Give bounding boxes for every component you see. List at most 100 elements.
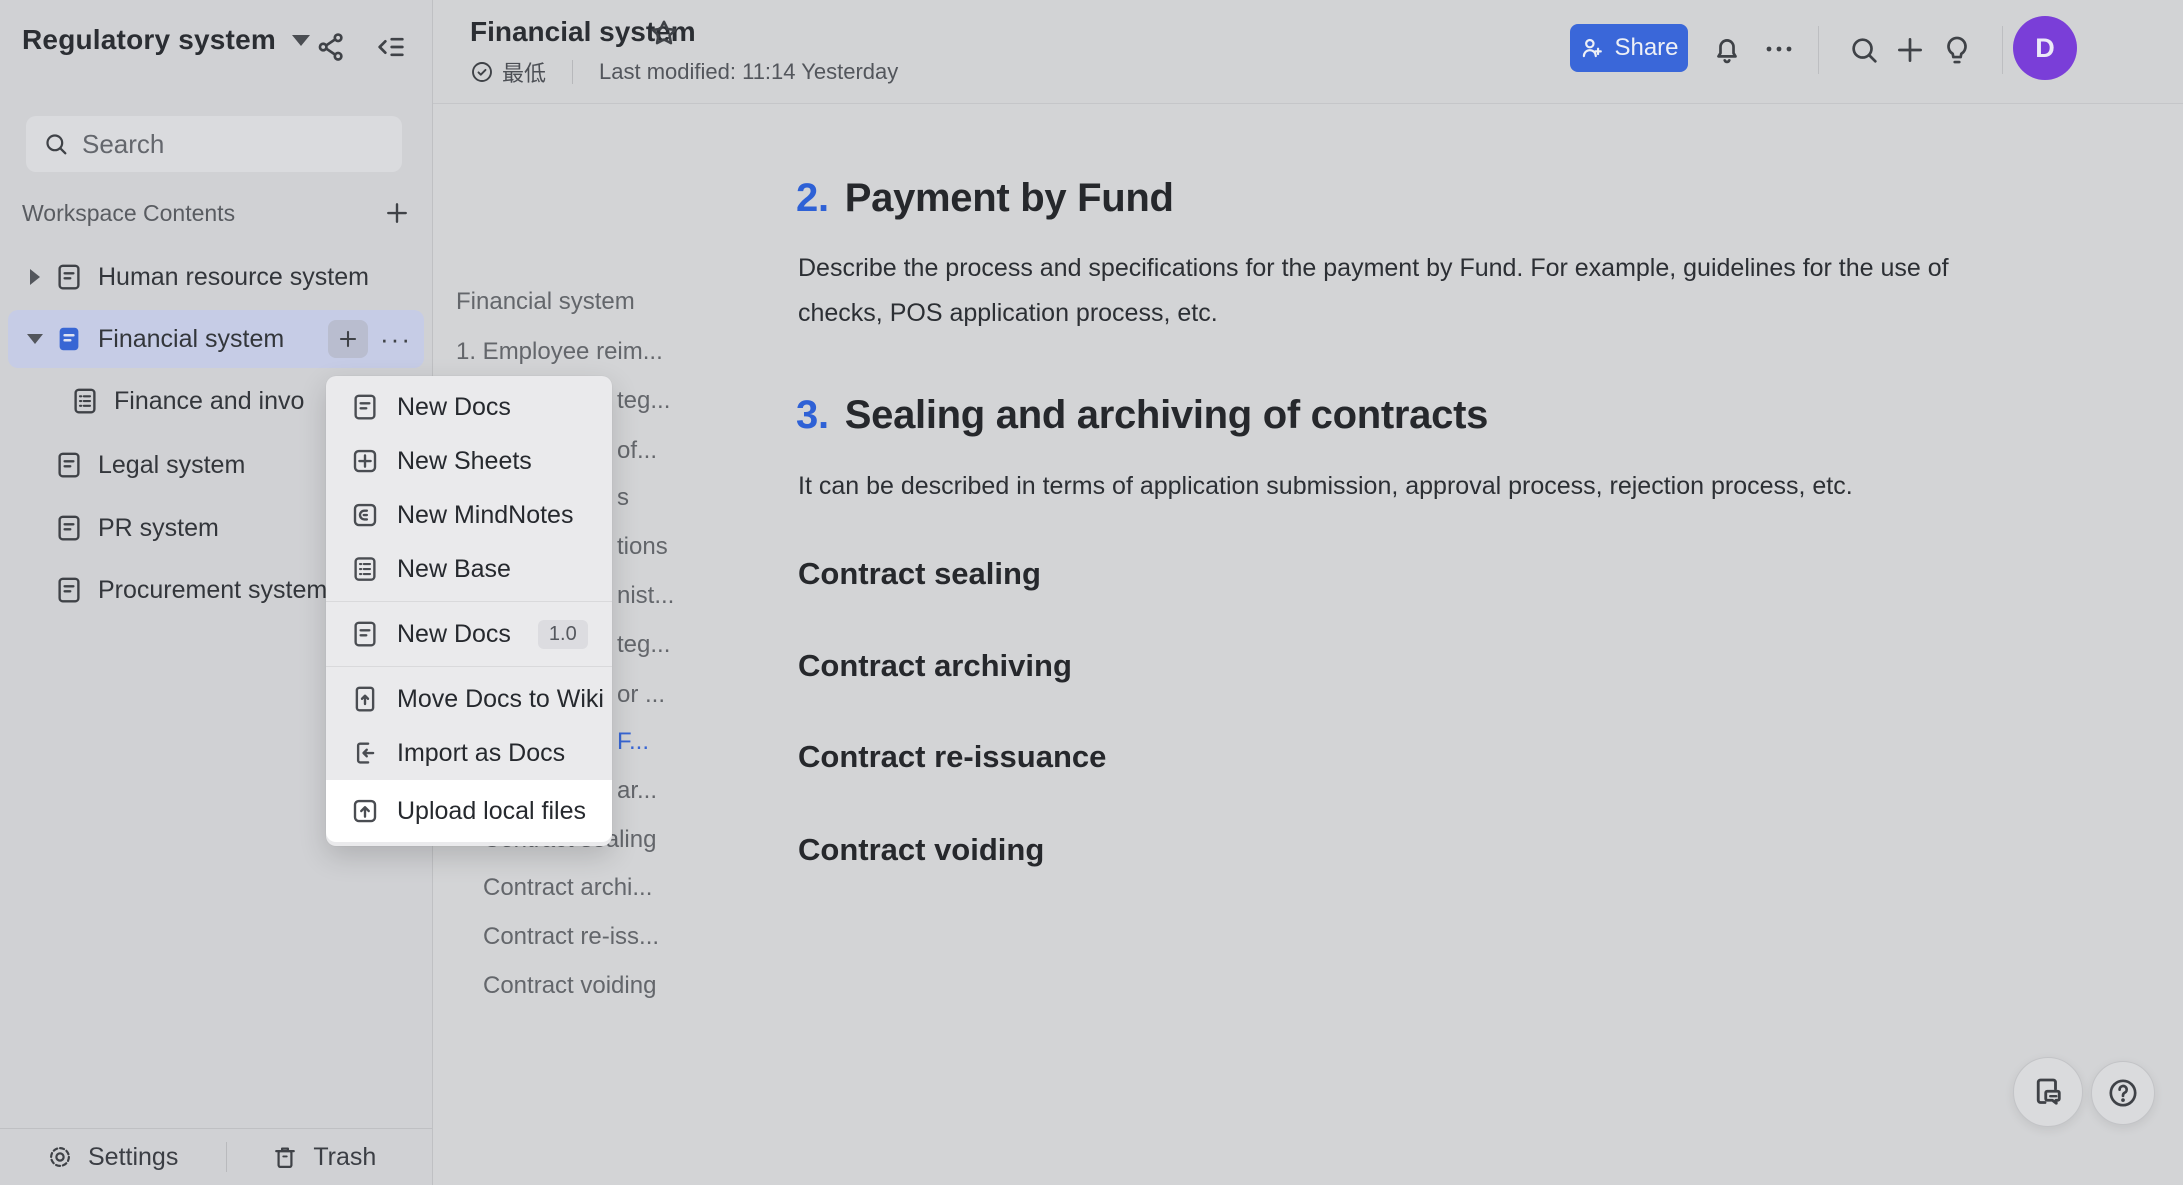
outline-item[interactable]: Contract archi... <box>483 873 652 903</box>
help-button[interactable] <box>2091 1061 2155 1125</box>
sidebar-item-label: Human resource system <box>98 263 369 292</box>
security-check-icon <box>470 60 494 84</box>
menu-separator <box>326 601 612 602</box>
chevron-right-icon[interactable] <box>22 269 48 285</box>
doc-icon <box>54 575 84 605</box>
sidebar-item-label: Finance and invo <box>114 387 304 416</box>
workspace-title: Regulatory system <box>22 24 276 56</box>
add-child-plus-button[interactable] <box>328 320 368 358</box>
star-icon[interactable] <box>648 17 680 49</box>
outline-item[interactable]: Financial system <box>456 287 635 317</box>
divider <box>1818 26 1819 74</box>
chevron-down-icon <box>292 35 310 46</box>
comments-feedback-button[interactable] <box>2013 1057 2083 1127</box>
sidebar-item-human-resource-system[interactable]: Human resource system <box>8 248 424 306</box>
base-grid-icon <box>70 386 100 416</box>
menu-item-move-docs-to-wiki[interactable]: Move Docs to Wiki <box>326 672 612 726</box>
chevron-down-icon[interactable] <box>22 334 48 344</box>
doc-heading-3: 3. Sealing and archiving of contracts <box>796 393 1488 438</box>
outline-item[interactable]: tions <box>617 532 668 562</box>
trash-button[interactable]: Trash <box>271 1143 376 1172</box>
sidebar-footer: Settings Trash <box>0 1128 432 1185</box>
outline-item[interactable]: s <box>617 483 629 513</box>
menu-item-label: New Sheets <box>397 447 532 476</box>
gear-icon <box>46 1143 74 1171</box>
outline-item[interactable]: ar... <box>617 776 657 806</box>
doc-subheading: Contract sealing <box>798 556 1041 592</box>
doc-heading-2: 2. Payment by Fund <box>796 176 1174 221</box>
doc-icon <box>54 513 84 543</box>
menu-item-upload-local-files[interactable]: Upload local files <box>326 780 612 842</box>
menu-item-new-docs[interactable]: New Docs <box>326 380 612 434</box>
menu-separator <box>326 666 612 667</box>
divider <box>2002 26 2003 74</box>
doc-subheading: Contract voiding <box>798 832 1044 868</box>
heading-number: 2. <box>796 176 829 221</box>
outline-item[interactable]: or ... <box>617 680 665 710</box>
sidebar-search[interactable] <box>26 116 402 172</box>
menu-item-import-as-docs[interactable]: Import as Docs <box>326 726 612 780</box>
outline-item[interactable]: nist... <box>617 581 674 611</box>
collapse-sidebar-icon[interactable] <box>374 30 408 64</box>
divider <box>572 60 573 84</box>
share-button[interactable]: Share <box>1570 24 1688 72</box>
outline-item-active[interactable]: F... <box>617 727 649 757</box>
outline-item[interactable]: teg... <box>617 630 670 660</box>
doc-meta: 最低 Last modified: 11:14 Yesterday <box>470 56 898 88</box>
outline-item[interactable]: teg... <box>617 386 670 416</box>
search-icon <box>42 130 70 158</box>
sidebar-item-financial-system[interactable]: Financial system ··· <box>8 310 424 368</box>
sidebar-item-label: PR system <box>98 514 219 543</box>
menu-item-label: New MindNotes <box>397 501 573 530</box>
lightbulb-icon[interactable] <box>1940 33 1974 67</box>
outline-item[interactable]: of... <box>617 436 657 466</box>
doc-subheading: Contract archiving <box>798 648 1072 684</box>
create-plus-icon[interactable] <box>1893 33 1927 67</box>
menu-item-label: Upload local files <box>397 797 586 826</box>
question-circle-icon <box>2106 1076 2140 1110</box>
new-docs-legacy-icon <box>350 619 380 649</box>
menu-item-new-sheets[interactable]: New Sheets <box>326 434 612 488</box>
settings-label: Settings <box>88 1143 178 1172</box>
settings-button[interactable]: Settings <box>46 1143 178 1172</box>
more-options-button[interactable]: ··· <box>380 324 412 355</box>
import-docs-icon <box>350 738 380 768</box>
outline-item[interactable]: Contract re-iss... <box>483 922 659 952</box>
new-sheets-icon <box>350 446 380 476</box>
outline-item[interactable]: 1. Employee reim... <box>456 337 663 367</box>
search-input[interactable] <box>82 129 372 160</box>
sidebar-item-label: Procurement system <box>98 576 327 605</box>
menu-item-new-base[interactable]: New Base <box>326 542 612 596</box>
notifications-bell-icon[interactable] <box>1710 33 1744 67</box>
menu-item-new-mindnotes[interactable]: New MindNotes <box>326 488 612 542</box>
outline-item[interactable]: Contract voiding <box>483 971 656 1001</box>
menu-item-label: New Docs <box>397 393 511 422</box>
doc-icon <box>54 262 84 292</box>
heading-number: 3. <box>796 393 829 438</box>
workspace-contents-header: Workspace Contents <box>22 198 412 228</box>
person-add-icon <box>1579 35 1605 61</box>
add-item-plus-icon[interactable] <box>382 198 412 228</box>
trash-label: Trash <box>313 1143 376 1172</box>
new-mindnotes-icon <box>350 500 380 530</box>
avatar[interactable]: D <box>2013 16 2077 80</box>
heading-text: Payment by Fund <box>845 176 1174 221</box>
more-ellipsis-icon[interactable] <box>1762 39 1796 73</box>
workspace-switcher[interactable]: Regulatory system <box>22 24 310 56</box>
doc-subheading: Contract re-issuance <box>798 739 1106 775</box>
upload-icon <box>350 796 380 826</box>
version-badge: 1.0 <box>538 620 588 649</box>
divider <box>226 1142 227 1172</box>
section-label: Workspace Contents <box>22 200 235 227</box>
doc-paragraph: It can be described in terms of applicat… <box>798 464 1988 509</box>
share-label: Share <box>1614 34 1678 62</box>
menu-item-label: New Docs <box>397 620 511 649</box>
search-icon[interactable] <box>1847 33 1881 67</box>
share-nodes-icon[interactable] <box>314 30 348 64</box>
menu-item-new-docs-legacy[interactable]: New Docs 1.0 <box>326 607 612 661</box>
topbar: Financial system 最低 Last modified: 11:14… <box>433 0 2183 104</box>
doc-icon <box>54 450 84 480</box>
doc-comment-icon <box>2030 1074 2066 1110</box>
security-badge[interactable]: 最低 <box>502 56 546 88</box>
doc-icon-blue <box>54 324 84 354</box>
